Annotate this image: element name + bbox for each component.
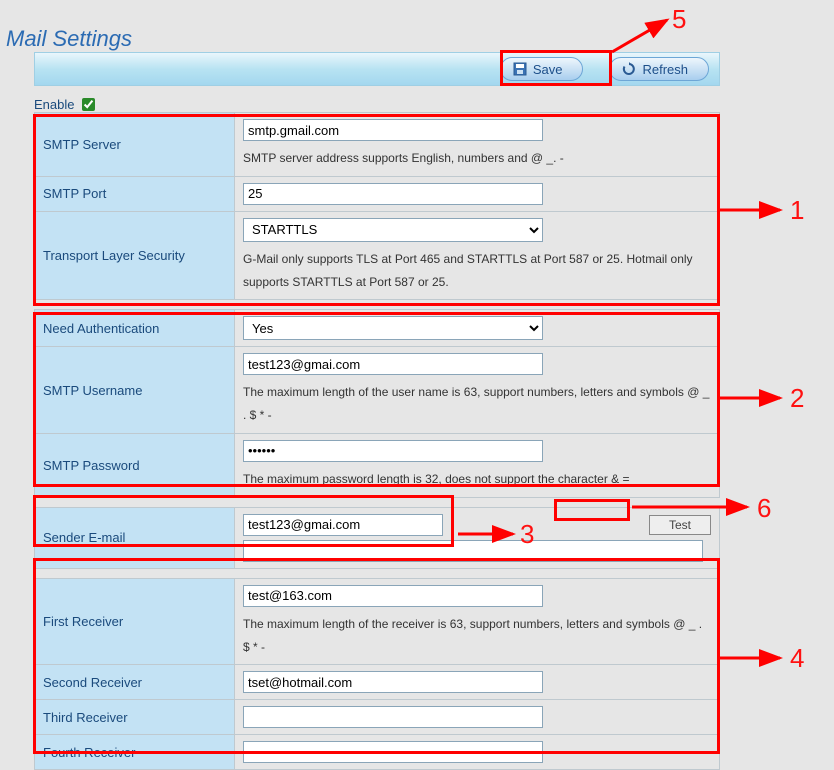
- first-receiver-input[interactable]: [243, 585, 543, 607]
- third-receiver-label: Third Receiver: [35, 700, 235, 735]
- smtp-password-hint: The maximum password length is 32, does …: [243, 468, 711, 491]
- second-receiver-label: Second Receiver: [35, 665, 235, 700]
- first-receiver-hint: The maximum length of the receiver is 63…: [243, 613, 711, 659]
- annotation-num-1: 1: [790, 195, 804, 226]
- annotation-num-6: 6: [757, 493, 771, 524]
- refresh-button[interactable]: Refresh: [609, 57, 709, 81]
- tls-hint: G-Mail only supports TLS at Port 465 and…: [243, 248, 711, 294]
- annotation-arrow-4: 4: [720, 643, 800, 676]
- smtp-username-label: SMTP Username: [35, 347, 235, 434]
- sender-email-input-2[interactable]: [243, 540, 703, 562]
- smtp-server-input[interactable]: [243, 119, 543, 141]
- toolbar: Save Refresh: [34, 52, 720, 86]
- tls-label: Transport Layer Security: [35, 211, 235, 300]
- need-auth-label: Need Authentication: [35, 310, 235, 347]
- annotation-num-4: 4: [790, 643, 804, 674]
- annotation-arrow-2: 2: [720, 383, 800, 416]
- second-receiver-input[interactable]: [243, 671, 543, 693]
- refresh-button-label: Refresh: [642, 62, 688, 77]
- fourth-receiver-input[interactable]: [243, 741, 543, 763]
- third-receiver-input[interactable]: [243, 706, 543, 728]
- annotation-num-2: 2: [790, 383, 804, 414]
- page-title: Mail Settings: [6, 26, 132, 52]
- annotation-num-5: 5: [672, 4, 686, 35]
- first-receiver-label: First Receiver: [35, 578, 235, 665]
- smtp-port-input[interactable]: [243, 183, 543, 205]
- smtp-server-hint: SMTP server address supports English, nu…: [243, 147, 711, 170]
- smtp-server-label: SMTP Server: [35, 113, 235, 177]
- annotation-arrow-1: 1: [720, 195, 800, 228]
- sender-email-label: Sender E-mail: [35, 507, 235, 568]
- smtp-port-label: SMTP Port: [35, 176, 235, 211]
- smtp-password-input[interactable]: [243, 440, 543, 462]
- sender-email-input[interactable]: [243, 514, 443, 536]
- save-button-label: Save: [533, 62, 563, 77]
- smtp-password-label: SMTP Password: [35, 433, 235, 497]
- test-button[interactable]: Test: [649, 515, 711, 535]
- save-icon: [513, 62, 527, 76]
- refresh-icon: [622, 62, 636, 76]
- fourth-receiver-label: Fourth Receiver: [35, 735, 235, 770]
- enable-label: Enable: [34, 97, 74, 112]
- smtp-username-input[interactable]: [243, 353, 543, 375]
- smtp-username-hint: The maximum length of the user name is 6…: [243, 381, 711, 427]
- save-button[interactable]: Save: [500, 57, 584, 81]
- need-auth-select[interactable]: Yes: [243, 316, 543, 340]
- enable-checkbox[interactable]: [82, 98, 95, 111]
- tls-select[interactable]: STARTTLS: [243, 218, 543, 242]
